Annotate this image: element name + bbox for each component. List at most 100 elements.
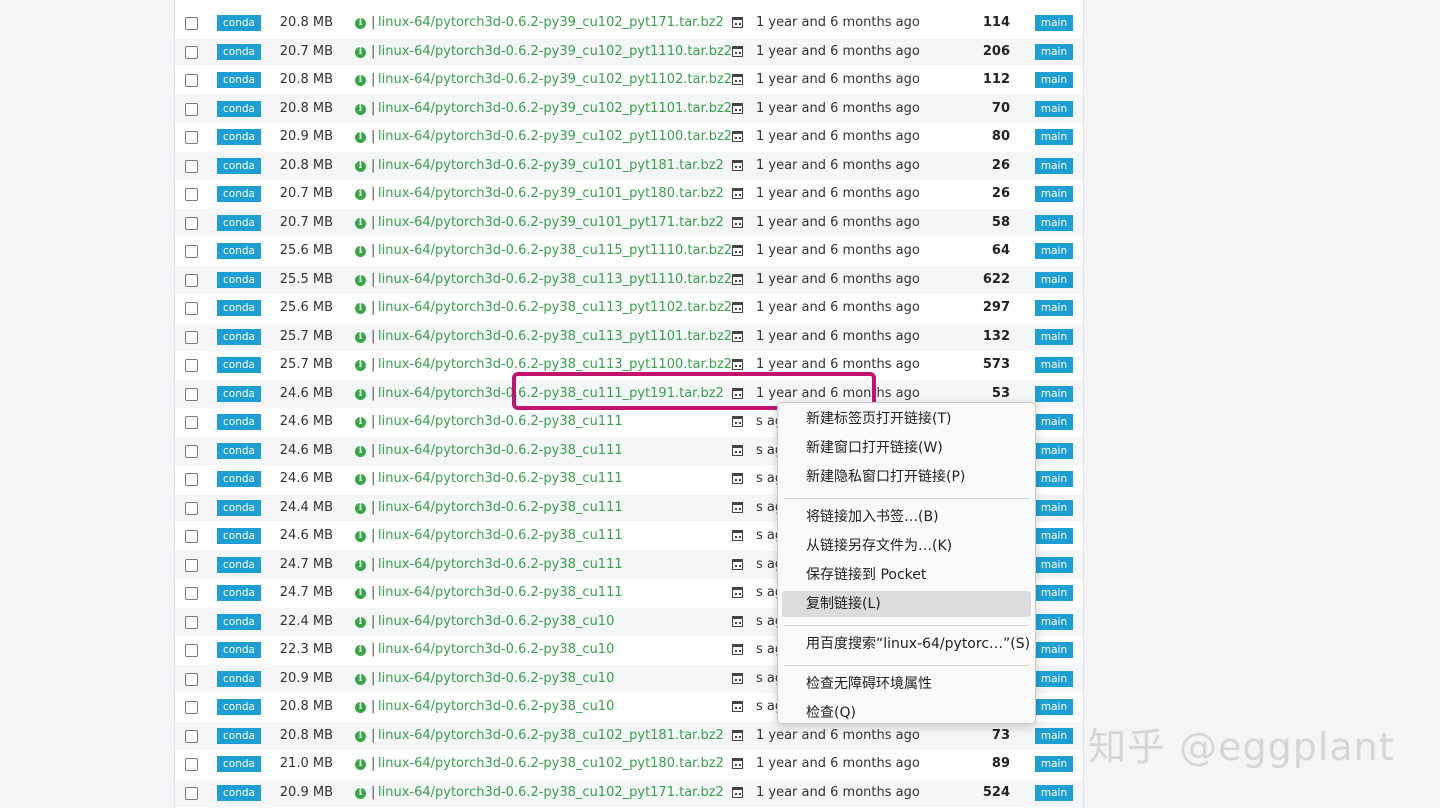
label-badge[interactable]: main: [1035, 784, 1073, 801]
row-checkbox[interactable]: [185, 188, 198, 201]
row-checkbox[interactable]: [185, 273, 198, 287]
row-checkbox[interactable]: [185, 45, 198, 59]
file-link[interactable]: linux-64/pytorch3d-0.6.2-py38_cu113_pyt1…: [378, 351, 732, 379]
menu-item[interactable]: 新建隐私窗口打开链接(P): [782, 464, 1031, 490]
label-badge[interactable]: main: [1035, 214, 1073, 231]
menu-item[interactable]: 检查(Q): [782, 700, 1031, 726]
file-link[interactable]: linux-64/pytorch3d-0.6.2-py38_cu111: [378, 465, 623, 493]
row-checkbox[interactable]: [185, 74, 198, 87]
file-link[interactable]: linux-64/pytorch3d-0.6.2-py39_cu101_pyt1…: [378, 209, 724, 237]
row-checkbox[interactable]: [185, 587, 198, 600]
file-link[interactable]: linux-64/pytorch3d-0.6.2-py39_cu101_pyt1…: [378, 180, 724, 208]
file-link[interactable]: linux-64/pytorch3d-0.6.2-py38_cu113_pyt1…: [378, 266, 732, 294]
file-link[interactable]: linux-64/pytorch3d-0.6.2-py38_cu10: [378, 665, 614, 693]
label-badge[interactable]: main: [1035, 243, 1073, 259]
menu-item[interactable]: 用百度搜索“linux-64/pytorc…”(S): [782, 631, 1031, 657]
label-badge[interactable]: main: [1035, 328, 1073, 345]
menu-item[interactable]: 从链接另存文件为…(K): [782, 533, 1031, 559]
file-link[interactable]: linux-64/pytorch3d-0.6.2-py38_cu111: [378, 522, 623, 550]
row-checkbox[interactable]: [185, 444, 198, 458]
row-checkbox[interactable]: [185, 701, 198, 714]
menu-item[interactable]: 保存链接到 Pocket: [782, 562, 1031, 588]
row-checkbox[interactable]: [185, 131, 198, 144]
info-icon[interactable]: i: [355, 388, 366, 400]
row-checkbox[interactable]: [185, 644, 198, 657]
file-link[interactable]: linux-64/pytorch3d-0.6.2-py38_cu111: [378, 494, 623, 522]
menu-item[interactable]: 新建标签页打开链接(T): [782, 406, 1031, 432]
label-badge[interactable]: main: [1035, 442, 1073, 459]
info-icon[interactable]: i: [355, 474, 366, 485]
label-badge[interactable]: main: [1035, 471, 1073, 487]
label-badge[interactable]: main: [1035, 385, 1073, 402]
menu-item[interactable]: 新建窗口打开链接(W): [782, 435, 1031, 461]
file-link[interactable]: linux-64/pytorch3d-0.6.2-py38_cu111: [378, 408, 623, 436]
file-link[interactable]: linux-64/pytorch3d-0.6.2-py38_cu10: [378, 693, 614, 721]
row-checkbox[interactable]: [185, 530, 198, 543]
label-badge[interactable]: main: [1035, 528, 1073, 544]
info-icon[interactable]: i: [355, 103, 366, 115]
info-icon[interactable]: i: [355, 274, 366, 286]
row-checkbox[interactable]: [185, 216, 198, 230]
label-badge[interactable]: main: [1035, 642, 1073, 658]
file-link[interactable]: linux-64/pytorch3d-0.6.2-py38_cu113_pyt1…: [378, 323, 732, 351]
file-link[interactable]: linux-64/pytorch3d-0.6.2-py39_cu102_pyt1…: [378, 38, 732, 66]
file-link[interactable]: linux-64/pytorch3d-0.6.2-py39_cu102_pyt1…: [378, 9, 724, 37]
label-badge[interactable]: main: [1035, 100, 1073, 117]
info-icon[interactable]: i: [355, 645, 366, 656]
label-badge[interactable]: main: [1035, 15, 1073, 31]
info-icon[interactable]: i: [355, 132, 366, 143]
info-icon[interactable]: i: [355, 559, 366, 571]
label-badge[interactable]: main: [1035, 756, 1073, 772]
label-badge[interactable]: main: [1035, 414, 1073, 430]
file-link[interactable]: linux-64/pytorch3d-0.6.2-py38_cu113_pyt1…: [378, 294, 732, 322]
row-checkbox[interactable]: [185, 473, 198, 486]
label-badge[interactable]: main: [1035, 670, 1073, 687]
info-icon[interactable]: i: [355, 673, 366, 685]
menu-item[interactable]: 检查无障碍环境属性: [782, 671, 1031, 697]
row-checkbox[interactable]: [185, 672, 198, 686]
info-icon[interactable]: i: [355, 759, 366, 770]
file-link[interactable]: linux-64/pytorch3d-0.6.2-py38_cu111: [378, 437, 623, 465]
row-checkbox[interactable]: [185, 416, 198, 429]
info-icon[interactable]: i: [355, 160, 366, 172]
info-icon[interactable]: i: [355, 46, 366, 58]
file-link[interactable]: linux-64/pytorch3d-0.6.2-py38_cu102_pyt1…: [378, 779, 724, 807]
row-checkbox[interactable]: [185, 102, 198, 116]
file-link[interactable]: linux-64/pytorch3d-0.6.2-py38_cu115_pyt1…: [378, 237, 732, 265]
info-icon[interactable]: i: [355, 787, 366, 799]
label-badge[interactable]: main: [1035, 157, 1073, 174]
file-link[interactable]: linux-64/pytorch3d-0.6.2-py38_cu111: [378, 551, 623, 579]
info-icon[interactable]: i: [355, 445, 366, 457]
menu-item[interactable]: 将链接加入书签…(B): [782, 504, 1031, 530]
row-checkbox[interactable]: [185, 17, 198, 30]
info-icon[interactable]: i: [355, 75, 366, 86]
row-checkbox[interactable]: [185, 330, 198, 344]
file-link[interactable]: linux-64/pytorch3d-0.6.2-py38_cu10: [378, 608, 614, 636]
info-icon[interactable]: i: [355, 616, 366, 628]
row-checkbox[interactable]: [185, 359, 198, 372]
file-link[interactable]: linux-64/pytorch3d-0.6.2-py38_cu102_pyt1…: [378, 722, 724, 750]
label-badge[interactable]: main: [1035, 72, 1073, 88]
row-checkbox[interactable]: [185, 387, 198, 401]
menu-item[interactable]: 复制链接(L): [782, 591, 1031, 617]
row-checkbox[interactable]: [185, 501, 198, 515]
info-icon[interactable]: i: [355, 417, 366, 428]
info-icon[interactable]: i: [355, 303, 366, 314]
info-icon[interactable]: i: [355, 702, 366, 713]
row-checkbox[interactable]: [185, 615, 198, 629]
row-checkbox[interactable]: [185, 245, 198, 258]
info-icon[interactable]: i: [355, 18, 366, 29]
label-badge[interactable]: main: [1035, 43, 1073, 60]
label-badge[interactable]: main: [1035, 499, 1073, 516]
file-link[interactable]: linux-64/pytorch3d-0.6.2-py38_cu111_pyt1…: [378, 380, 724, 408]
file-link[interactable]: linux-64/pytorch3d-0.6.2-py38_cu102_pyt1…: [378, 750, 724, 778]
info-icon[interactable]: i: [355, 531, 366, 542]
info-icon[interactable]: i: [355, 331, 366, 343]
row-checkbox[interactable]: [185, 159, 198, 173]
info-icon[interactable]: i: [355, 730, 366, 742]
info-icon[interactable]: i: [355, 217, 366, 229]
label-badge[interactable]: main: [1035, 585, 1073, 601]
info-icon[interactable]: i: [355, 588, 366, 599]
label-badge[interactable]: main: [1035, 129, 1073, 145]
row-checkbox[interactable]: [185, 558, 198, 572]
